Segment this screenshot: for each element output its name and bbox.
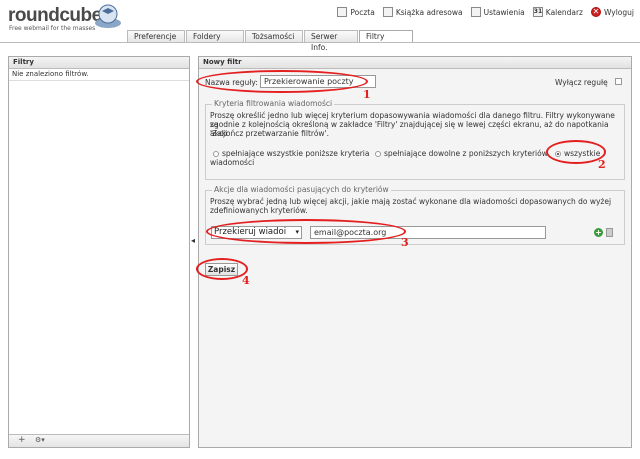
tab-folders[interactable]: Foldery: [186, 30, 244, 42]
mail-icon: [337, 7, 348, 17]
disable-rule-checkbox[interactable]: [615, 78, 622, 85]
tab-preferences[interactable]: Preferencje: [127, 30, 185, 42]
filters-empty-message: Nie znaleziono filtrów.: [9, 69, 189, 81]
new-filter-panel: Nowy filtr Nazwa reguły: Przekierowanie …: [198, 56, 632, 448]
tab-identities[interactable]: Tożsamości: [245, 30, 303, 42]
criteria-description-line-3: 'Zakończ przetwarzanie filtrów'.: [210, 129, 330, 138]
panel-splitter[interactable]: ◂: [191, 236, 195, 246]
logout-icon: ✕: [591, 7, 601, 17]
nav-mail[interactable]: Poczta: [337, 7, 375, 17]
tab-divider: [0, 42, 640, 43]
filters-list-footer: + ⚙▾: [9, 434, 189, 447]
nav-calendar-label: Kalendarz: [545, 7, 583, 17]
annotation-number-4: 4: [242, 274, 250, 287]
logo-text: roundcube: [8, 5, 102, 26]
delete-action-icon[interactable]: [606, 228, 613, 237]
actions-legend: Akcje dla wiadomości pasujących do kryte…: [212, 185, 391, 194]
match-any-radio[interactable]: [375, 151, 381, 157]
nav-calendar[interactable]: 31 Kalendarz: [532, 7, 583, 17]
logo-cube-icon: [95, 4, 121, 28]
actions-description-line-2: zdefiniowanych kryteriów.: [210, 206, 308, 215]
annotation-ellipse-1: [196, 70, 368, 93]
new-filter-title: Nowy filtr: [199, 57, 631, 69]
nav-logout[interactable]: ✕ Wyloguj: [591, 7, 634, 17]
addressbook-icon: [382, 7, 393, 17]
top-navigation: Poczta Książka adresowa Ustawienia 31 Ka…: [337, 5, 634, 19]
nav-mail-label: Poczta: [350, 7, 375, 17]
calendar-icon: 31: [532, 7, 543, 17]
nav-logout-label: Wyloguj: [604, 7, 634, 17]
annotation-ellipse-3: [206, 219, 406, 244]
nav-settings[interactable]: Ustawienia: [470, 7, 525, 17]
nav-settings-label: Ustawienia: [483, 7, 525, 17]
annotation-number-1: 1: [363, 88, 371, 101]
actions-description-line-1: Proszę wybrać jedną lub więcej akcji, ja…: [210, 197, 612, 206]
nav-addressbook-label: Książka adresowa: [395, 7, 463, 17]
match-all-label: spełniające wszystkie poniższe kryteria: [222, 149, 370, 158]
roundcube-logo: roundcube Free webmail for the masses: [8, 3, 126, 33]
filters-list-panel: Filtry Nie znaleziono filtrów. + ⚙▾: [8, 56, 190, 448]
logo-tagline: Free webmail for the masses: [9, 25, 96, 32]
criteria-legend: Kryteria filtrowania wiadomości: [212, 99, 335, 108]
tab-server-info[interactable]: Serwer Info.: [304, 30, 358, 52]
annotation-number-3: 3: [401, 236, 409, 249]
match-all-label-line-2: wiadomości: [210, 158, 255, 167]
settings-icon: [470, 7, 481, 17]
annotation-ellipse-4: [196, 258, 248, 280]
match-all-radio[interactable]: [213, 151, 219, 157]
add-action-icon[interactable]: +: [594, 228, 603, 237]
add-filter-button[interactable]: +: [18, 436, 26, 445]
filter-actions-menu-button[interactable]: ⚙▾: [35, 436, 45, 445]
match-any-label: spełniające dowolne z poniższych kryteri…: [384, 149, 548, 158]
nav-addressbook[interactable]: Książka adresowa: [382, 7, 463, 17]
filters-list-title: Filtry: [9, 57, 189, 69]
settings-tabs: Preferencje Foldery Tożsamości Serwer In…: [127, 30, 414, 52]
disable-rule-label: Wyłącz regułę: [555, 78, 608, 87]
annotation-number-2: 2: [598, 158, 606, 171]
annotation-ellipse-2: [546, 140, 606, 164]
